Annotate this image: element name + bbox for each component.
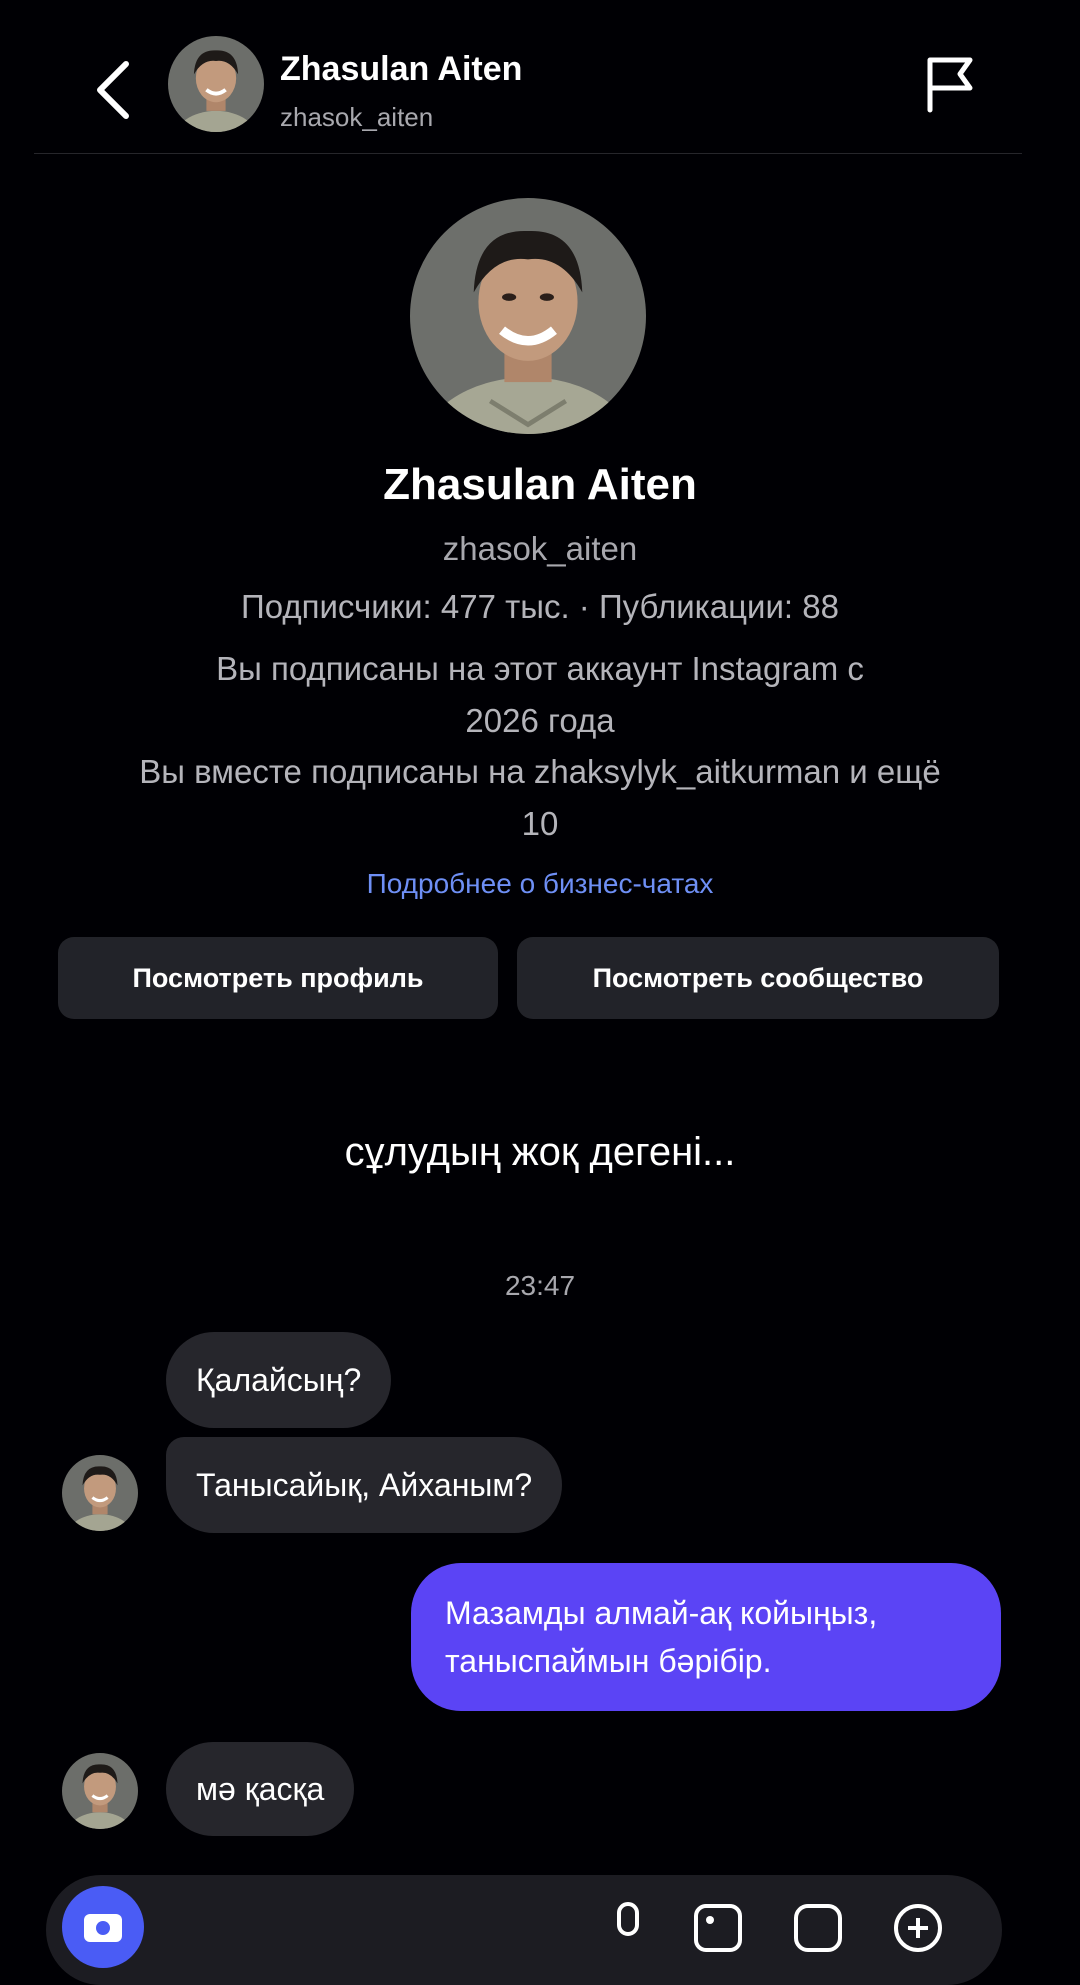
header-username[interactable]: zhasok_aiten [280, 102, 433, 133]
chat-subtitle: сұлудың жоқ дегені... [344, 1130, 736, 1174]
mutual-follows-line1: Вы вместе подписаны на zhaksylyk_aitkurm… [139, 753, 941, 790]
profile-username: zhasok_aiten [442, 530, 638, 567]
header-avatar[interactable] [168, 36, 264, 132]
view-community-button[interactable]: Посмотреть сообщество [517, 937, 999, 1019]
sender-avatar[interactable] [62, 1753, 138, 1829]
outgoing-message-line1: Мазамды алмай-ақ койыңыз, [445, 1595, 878, 1631]
camera-icon [84, 1914, 122, 1942]
header-name[interactable]: Zhasulan Aiten [280, 50, 522, 89]
report-button[interactable] [922, 54, 978, 114]
view-profile-button[interactable]: Посмотреть профиль [58, 937, 498, 1019]
plus-circle-icon [894, 1904, 942, 1952]
message-bubble-incoming[interactable]: мә қасқа [166, 1742, 355, 1836]
mutual-follows-text: Вы вместе подписаны на zhaksylyk_aitkurm… [0, 746, 1080, 850]
business-chats-link[interactable]: Подробнее о бизнес-чатах [0, 868, 1080, 900]
message-bubble-incoming[interactable]: Танысайық, Айханым? [166, 1437, 563, 1533]
message-composer[interactable] [46, 1875, 1002, 1985]
sticker-button[interactable] [790, 1900, 846, 1956]
follow-since-text: Вы подписаны на этот аккаунт Instagram с… [0, 643, 1080, 747]
add-button[interactable] [890, 1900, 946, 1956]
message-timestamp: 23:47 [504, 1270, 576, 1301]
mutual-follows-line2: 10 [521, 805, 559, 842]
follow-since-line2: 2026 года [465, 702, 615, 739]
sticker-icon [794, 1904, 842, 1952]
outgoing-message-line2: таныспаймын бәрібір. [445, 1643, 772, 1679]
follow-since-line1: Вы подписаны на этот аккаунт Instagram с [216, 650, 864, 687]
microphone-icon [617, 1902, 639, 1936]
message-bubble-outgoing[interactable]: Мазамды алмай-ақ койыңыз, таныспаймын бә… [411, 1563, 1001, 1711]
camera-button[interactable] [62, 1886, 144, 1968]
microphone-button[interactable] [600, 1900, 656, 1956]
chevron-left-icon [97, 61, 129, 119]
header-divider [34, 153, 1022, 154]
gallery-button[interactable] [690, 1900, 746, 1956]
flag-icon [927, 57, 973, 113]
message-bubble-incoming[interactable]: Қалайсың? [166, 1332, 392, 1428]
sender-avatar[interactable] [62, 1455, 138, 1531]
back-button[interactable] [88, 58, 140, 122]
profile-stats: Подписчики: 477 тыс. · Публикации: 88 [241, 588, 839, 625]
profile-avatar[interactable] [410, 198, 646, 434]
profile-name: Zhasulan Aiten [383, 460, 697, 509]
gallery-icon [694, 1904, 742, 1952]
